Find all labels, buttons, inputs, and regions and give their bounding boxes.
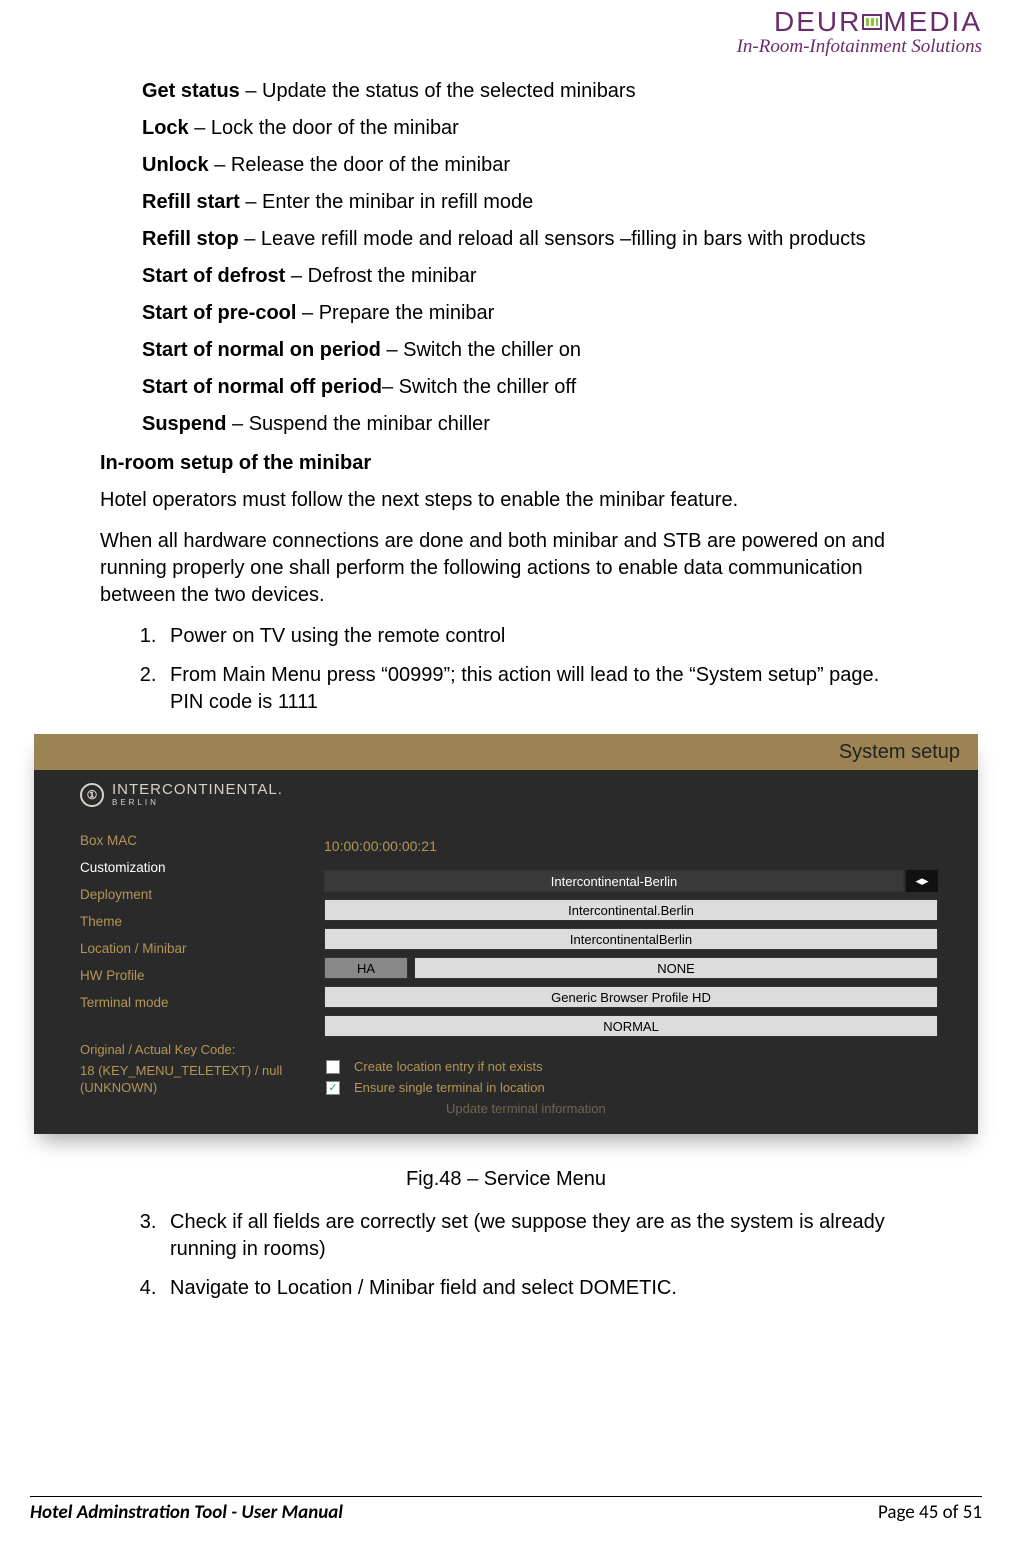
menu-customization[interactable]: Customization bbox=[80, 860, 324, 875]
step-item: Check if all fields are correctly set (w… bbox=[162, 1209, 912, 1263]
step-item: Navigate to Location / Minibar field and… bbox=[162, 1275, 912, 1302]
cmd-label: Refill start bbox=[142, 191, 240, 213]
cmd-line: Unlock – Release the door of the minibar bbox=[142, 152, 912, 179]
cmd-line: Suspend – Suspend the minibar chiller bbox=[142, 411, 912, 438]
step-item: Power on TV using the remote control bbox=[162, 623, 912, 650]
cmd-desc: – Switch the chiller on bbox=[381, 339, 581, 361]
field-location-short[interactable]: HA bbox=[324, 957, 408, 979]
cmd-label: Start of normal on period bbox=[142, 339, 381, 361]
cmd-line: Start of pre-cool – Prepare the minibar bbox=[142, 300, 912, 327]
hotel-name: INTERCONTINENTAL. bbox=[112, 782, 283, 797]
paragraph: Hotel operators must follow the next ste… bbox=[100, 487, 912, 514]
cmd-line: Refill stop – Leave refill mode and relo… bbox=[142, 226, 912, 253]
check-label-3: Update terminal information bbox=[446, 1101, 606, 1116]
menu-hw-profile[interactable]: HW Profile bbox=[80, 968, 324, 983]
checkbox-single-terminal[interactable]: ✓ bbox=[326, 1081, 340, 1095]
page-footer: Hotel Adminstration Tool - User Manual P… bbox=[30, 1496, 982, 1524]
cmd-label: Start of defrost bbox=[142, 265, 285, 287]
cmd-line: Lock – Lock the door of the minibar bbox=[142, 115, 912, 142]
menu-theme[interactable]: Theme bbox=[80, 914, 324, 929]
cmd-desc: – Switch the chiller off bbox=[382, 376, 576, 398]
check-label-2: Ensure single terminal in location bbox=[354, 1080, 545, 1095]
cmd-label: Start of normal off period bbox=[142, 376, 382, 398]
keycode-value: 18 (KEY_MENU_TELETEXT) / null (UNKNOWN) bbox=[80, 1063, 324, 1097]
arrows-icon[interactable]: ◂▸ bbox=[906, 870, 938, 892]
hotel-logo-icon: ① bbox=[80, 783, 104, 807]
logo-square-icon bbox=[862, 14, 882, 30]
cmd-desc: – Update the status of the selected mini… bbox=[240, 80, 636, 102]
cmd-desc: – Leave refill mode and reload all senso… bbox=[239, 228, 866, 250]
cmd-desc: – Prepare the minibar bbox=[296, 302, 494, 324]
hotel-logo: ① INTERCONTINENTAL. BERLIN bbox=[80, 782, 324, 807]
system-setup-screenshot: System setup ① INTERCONTINENTAL. BERLIN … bbox=[34, 734, 978, 1134]
menu-deployment[interactable]: Deployment bbox=[80, 887, 324, 902]
cmd-desc: – Suspend the minibar chiller bbox=[226, 413, 489, 435]
cmd-label: Lock bbox=[142, 117, 189, 139]
cmd-label: Suspend bbox=[142, 413, 226, 435]
footer-doc-title: Hotel Adminstration Tool - User Manual bbox=[30, 1501, 343, 1524]
step-item: From Main Menu press “00999”; this actio… bbox=[162, 662, 912, 716]
cmd-desc: – Release the door of the minibar bbox=[209, 154, 510, 176]
field-location-value[interactable]: NONE bbox=[414, 957, 938, 979]
field-theme[interactable]: IntercontinentalBerlin bbox=[324, 928, 938, 950]
brand-logo: DEUR MEDIA In-Room-Infotainment Solution… bbox=[737, 6, 982, 58]
steps-list-b: Check if all fields are correctly set (w… bbox=[162, 1209, 912, 1302]
logo-text-pre: DEUR bbox=[774, 6, 861, 38]
cmd-label: Refill stop bbox=[142, 228, 239, 250]
cmd-line: Start of normal on period – Switch the c… bbox=[142, 337, 912, 364]
checkbox-create-location[interactable] bbox=[326, 1060, 340, 1074]
footer-page-number: Page 45 of 51 bbox=[878, 1501, 982, 1524]
menu-location-minibar[interactable]: Location / Minibar bbox=[80, 941, 324, 956]
mac-value: 10:00:00:00:00:21 bbox=[324, 838, 437, 854]
screenshot-title: System setup bbox=[34, 734, 978, 770]
logo-tagline: In-Room-Infotainment Solutions bbox=[737, 36, 982, 58]
figure-caption: Fig.48 – Service Menu bbox=[100, 1168, 912, 1191]
cmd-label: Unlock bbox=[142, 154, 209, 176]
field-terminal-mode[interactable]: NORMAL bbox=[324, 1015, 938, 1037]
section-heading: In-room setup of the minibar bbox=[100, 452, 912, 475]
hotel-sub: BERLIN bbox=[112, 799, 283, 807]
keycode-label: Original / Actual Key Code: bbox=[80, 1042, 324, 1057]
cmd-desc: – Lock the door of the minibar bbox=[189, 117, 459, 139]
field-customization[interactable]: Intercontinental-Berlin bbox=[324, 870, 904, 892]
menu-terminal-mode[interactable]: Terminal mode bbox=[80, 995, 324, 1010]
paragraph: When all hardware connections are done a… bbox=[100, 528, 912, 609]
cmd-desc: – Enter the minibar in refill mode bbox=[240, 191, 533, 213]
cmd-label: Start of pre-cool bbox=[142, 302, 296, 324]
field-deployment[interactable]: Intercontinental.Berlin bbox=[324, 899, 938, 921]
steps-list-a: Power on TV using the remote control Fro… bbox=[162, 623, 912, 716]
cmd-desc: – Defrost the minibar bbox=[285, 265, 476, 287]
cmd-line: Start of defrost – Defrost the minibar bbox=[142, 263, 912, 290]
check-label-1: Create location entry if not exists bbox=[354, 1059, 543, 1074]
cmd-line: Get status – Update the status of the se… bbox=[142, 78, 912, 105]
cmd-line: Start of normal off period– Switch the c… bbox=[142, 374, 912, 401]
menu-box-mac[interactable]: Box MAC bbox=[80, 833, 324, 848]
cmd-label: Get status bbox=[142, 80, 240, 102]
logo-text-post: MEDIA bbox=[883, 6, 982, 38]
field-hw-profile[interactable]: Generic Browser Profile HD bbox=[324, 986, 938, 1008]
cmd-line: Refill start – Enter the minibar in refi… bbox=[142, 189, 912, 216]
